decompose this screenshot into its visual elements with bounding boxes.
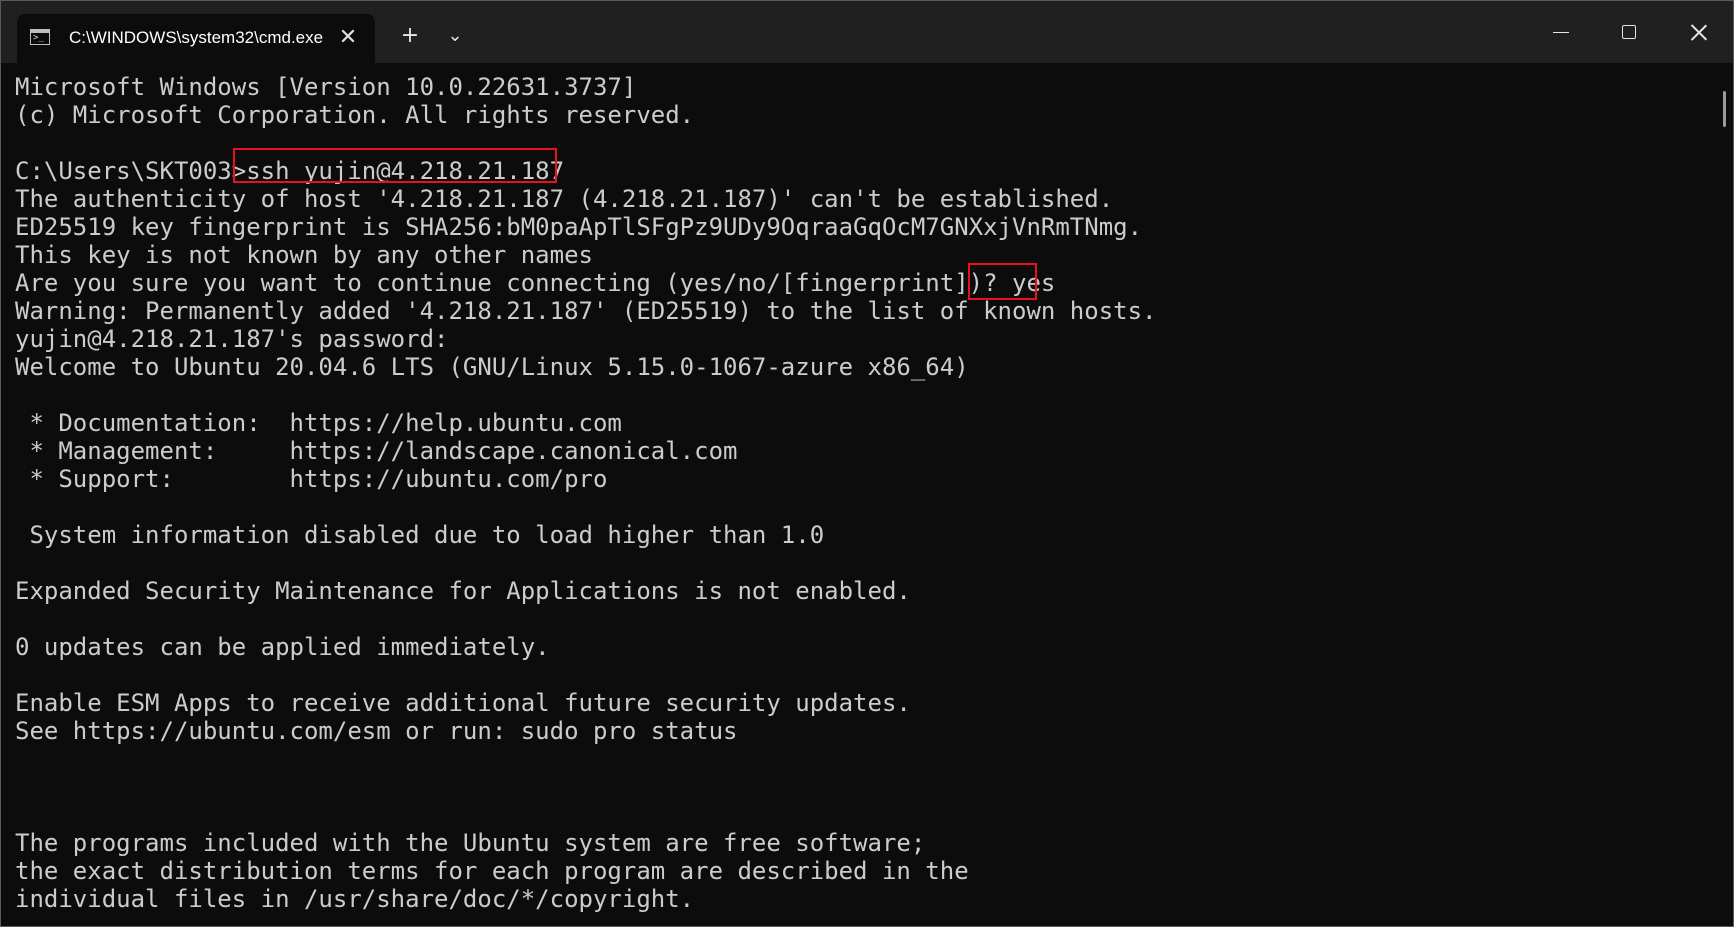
terminal-line: * Management: https://landscape.canonica… [15, 437, 738, 465]
terminal-line: Enable ESM Apps to receive additional fu… [15, 689, 911, 717]
terminal-window: >_ C:\WINDOWS\system32\cmd.exe ✕ + ⌄ Mic… [0, 0, 1734, 927]
terminal-line: System information disabled due to load … [15, 521, 825, 549]
terminal-line: Welcome to Ubuntu 20.04.6 LTS (GNU/Linux… [15, 353, 969, 381]
terminal-lines: Microsoft Windows [Version 10.0.22631.37… [15, 73, 1157, 913]
terminal-line: * Documentation: https://help.ubuntu.com [15, 409, 622, 437]
ssh-command-highlight [233, 148, 557, 183]
terminal-line: See https://ubuntu.com/esm or run: sudo … [15, 717, 738, 745]
new-tab-button[interactable]: + [393, 19, 427, 53]
terminal-output[interactable]: Microsoft Windows [Version 10.0.22631.37… [1, 63, 1717, 926]
close-icon [1689, 20, 1709, 44]
terminal-line: The authenticity of host '4.218.21.187 (… [15, 185, 1114, 213]
tab-title: C:\WINDOWS\system32\cmd.exe [69, 28, 324, 47]
title-bar[interactable]: >_ C:\WINDOWS\system32\cmd.exe ✕ + ⌄ [1, 1, 1733, 63]
maximize-button[interactable] [1595, 1, 1663, 63]
terminal-line: (c) Microsoft Corporation. All rights re… [15, 101, 695, 129]
tab-dropdown-icon[interactable]: ⌄ [438, 19, 472, 53]
terminal-line: * Support: https://ubuntu.com/pro [15, 465, 608, 493]
yes-answer-highlight [968, 263, 1037, 300]
tab-close-icon[interactable]: ✕ [335, 25, 361, 51]
terminal-line: yujin@4.218.21.187's password: [15, 325, 449, 353]
terminal-line: the exact distribution terms for each pr… [15, 857, 969, 885]
terminal-line: Warning: Permanently added '4.218.21.187… [15, 297, 1157, 325]
close-button[interactable] [1665, 1, 1733, 63]
terminal-line: Microsoft Windows [Version 10.0.22631.37… [15, 73, 637, 101]
minimize-icon [1553, 32, 1569, 33]
terminal-line: individual files in /usr/share/doc/*/cop… [15, 885, 695, 913]
scrollbar-thumb[interactable] [1723, 91, 1726, 127]
maximize-icon [1622, 25, 1636, 39]
vertical-scrollbar[interactable] [1717, 63, 1733, 926]
command-prompt-icon: >_ [30, 29, 50, 45]
terminal-line: C:\Users\SKT003>ssh yujin@4.218.21.187 [15, 157, 565, 185]
tab-cmd[interactable]: >_ C:\WINDOWS\system32\cmd.exe ✕ [17, 14, 375, 63]
terminal-line: 0 updates can be applied immediately. [15, 633, 550, 661]
terminal-line: The programs included with the Ubuntu sy… [15, 829, 926, 857]
terminal-line: Expanded Security Maintenance for Applic… [15, 577, 911, 605]
terminal-line: ED25519 key fingerprint is SHA256:bM0paA… [15, 213, 1143, 241]
minimize-button[interactable] [1527, 1, 1595, 63]
